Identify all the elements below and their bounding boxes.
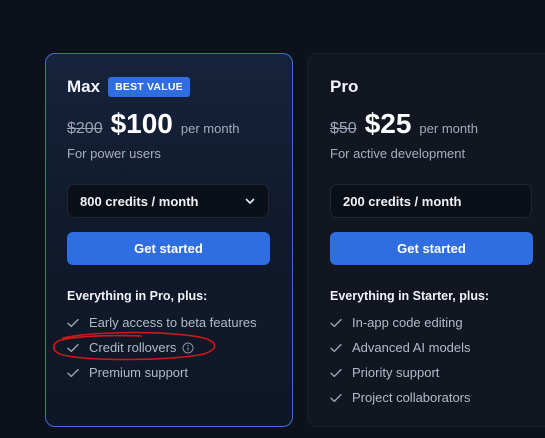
credits-select-value: 800 credits / month xyxy=(80,193,199,209)
plan-tagline: For active development xyxy=(330,146,466,161)
price-row: $200 $100 per month xyxy=(67,108,239,140)
current-price: $25 xyxy=(364,108,412,139)
info-icon[interactable] xyxy=(182,342,194,354)
pro-plan-card: Pro $50 $25 per month For active develop… xyxy=(307,53,545,427)
check-icon xyxy=(67,368,79,378)
list-item: Early access to beta features xyxy=(67,310,257,335)
list-item: Premium support xyxy=(67,360,257,385)
feature-label: Priority support xyxy=(352,365,440,380)
credits-select[interactable]: 200 credits / month xyxy=(330,184,532,218)
current-price: $100 xyxy=(110,108,173,139)
old-price: $50 xyxy=(330,120,357,137)
feature-label: Credit rollovers xyxy=(89,340,177,355)
old-price: $200 xyxy=(67,120,103,137)
plan-title-row: Max BEST VALUE xyxy=(67,77,190,97)
best-value-badge: BEST VALUE xyxy=(108,77,190,97)
feature-label: In-app code editing xyxy=(352,315,463,330)
features-heading: Everything in Starter, plus: xyxy=(330,289,490,303)
check-icon xyxy=(330,318,342,328)
feature-list: Early access to beta features Credit rol… xyxy=(67,310,257,385)
list-item: Advanced AI models xyxy=(330,335,471,360)
check-icon xyxy=(67,318,79,328)
billing-period: per month xyxy=(419,121,478,136)
max-plan-card: Max BEST VALUE $200 $100 per month For p… xyxy=(45,53,293,427)
feature-label: Project collaborators xyxy=(352,390,471,405)
feature-label: Advanced AI models xyxy=(352,340,471,355)
check-icon xyxy=(330,343,342,353)
check-icon xyxy=(330,368,342,378)
plan-title-row: Pro xyxy=(330,77,358,97)
list-item: In-app code editing xyxy=(330,310,471,335)
features-heading: Everything in Pro, plus: xyxy=(67,289,208,303)
credits-select[interactable]: 800 credits / month xyxy=(67,184,269,218)
feature-list: In-app code editing Advanced AI models P… xyxy=(330,310,471,410)
credits-select-value: 200 credits / month xyxy=(343,193,462,209)
feature-label: Early access to beta features xyxy=(89,315,257,330)
plan-name: Pro xyxy=(330,77,359,96)
list-item: Priority support xyxy=(330,360,471,385)
check-icon xyxy=(330,393,342,403)
plan-name: Max xyxy=(67,77,101,96)
get-started-button[interactable]: Get started xyxy=(67,232,270,265)
feature-label: Premium support xyxy=(89,365,188,380)
list-item: Project collaborators xyxy=(330,385,471,410)
chevron-down-icon xyxy=(244,195,256,207)
get-started-button[interactable]: Get started xyxy=(330,232,533,265)
check-icon xyxy=(67,343,79,353)
price-row: $50 $25 per month xyxy=(330,108,478,140)
list-item: Credit rollovers xyxy=(67,335,257,360)
plan-tagline: For power users xyxy=(67,146,161,161)
billing-period: per month xyxy=(180,121,240,136)
